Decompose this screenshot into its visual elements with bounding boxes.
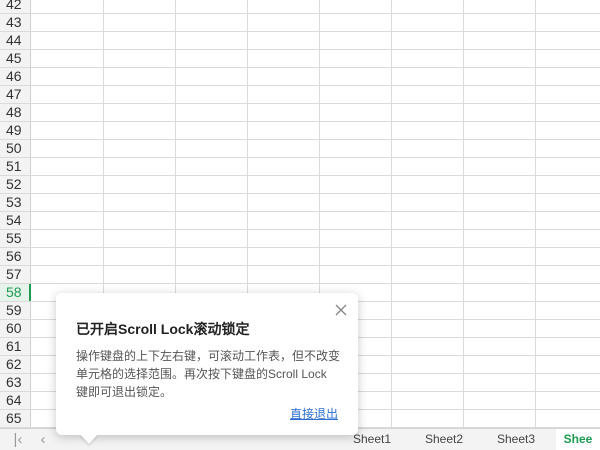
- grid-row[interactable]: 51: [0, 158, 600, 176]
- row-header[interactable]: 61: [0, 338, 31, 355]
- grid-row[interactable]: 46: [0, 68, 600, 86]
- row-header[interactable]: 46: [0, 68, 31, 85]
- grid-row[interactable]: 50: [0, 140, 600, 158]
- grid-row[interactable]: 45: [0, 50, 600, 68]
- grid-row[interactable]: 43: [0, 14, 600, 32]
- row-header[interactable]: 57: [0, 266, 31, 283]
- sheet-tab[interactable]: Sheet3: [482, 429, 550, 450]
- row-header[interactable]: 49: [0, 122, 31, 139]
- grid-row[interactable]: 47: [0, 86, 600, 104]
- column-gridline: [463, 0, 464, 428]
- popup-message-line: 键即可退出锁定。: [76, 385, 173, 399]
- grid-row[interactable]: 44: [0, 32, 600, 50]
- row-header[interactable]: 48: [0, 104, 31, 121]
- row-header[interactable]: 53: [0, 194, 31, 211]
- popup-title: 已开启Scroll Lock滚动锁定: [76, 321, 250, 337]
- column-gridline: [391, 0, 392, 428]
- row-header[interactable]: 64: [0, 392, 31, 409]
- popup-message-line: 单元格的选择范围。再次按下键盘的Scroll Lock: [76, 367, 327, 381]
- row-header[interactable]: 52: [0, 176, 31, 193]
- row-header[interactable]: 59: [0, 302, 31, 319]
- row-header[interactable]: 65: [0, 410, 31, 427]
- row-header[interactable]: 50: [0, 140, 31, 157]
- row-header[interactable]: 47: [0, 86, 31, 103]
- row-header[interactable]: 54: [0, 212, 31, 229]
- popup-message: 操作键盘的上下左右键，可滚动工作表，但不改变 单元格的选择范围。再次按下键盘的S…: [76, 347, 344, 401]
- row-header[interactable]: 62: [0, 356, 31, 373]
- grid-row[interactable]: 55: [0, 230, 600, 248]
- prev-sheet-icon[interactable]: ‹: [33, 429, 53, 450]
- first-sheet-icon[interactable]: |‹: [8, 429, 28, 450]
- row-header[interactable]: 58: [0, 284, 31, 301]
- grid-row[interactable]: 49: [0, 122, 600, 140]
- row-header[interactable]: 44: [0, 32, 31, 49]
- row-header[interactable]: 56: [0, 248, 31, 265]
- sheet-tab[interactable]: Sheet2: [410, 429, 478, 450]
- spreadsheet-window: 42 43 44 45 46 47 48 49 50 51 52 53 54 55 56 57 58 59 60 61…: [0, 0, 600, 450]
- row-header[interactable]: 42: [0, 0, 31, 13]
- exit-scroll-lock-link[interactable]: 直接退出: [290, 405, 338, 422]
- grid-row[interactable]: 54: [0, 212, 600, 230]
- column-gridline: [535, 0, 536, 428]
- sheet-tab[interactable]: Shee: [556, 429, 600, 450]
- row-header[interactable]: 55: [0, 230, 31, 247]
- row-header[interactable]: 51: [0, 158, 31, 175]
- row-header[interactable]: 60: [0, 320, 31, 337]
- close-icon[interactable]: [334, 303, 348, 317]
- popup-message-line: 操作键盘的上下左右键，可滚动工作表，但不改变: [76, 349, 341, 363]
- grid-row[interactable]: 56: [0, 248, 600, 266]
- grid-row[interactable]: 53: [0, 194, 600, 212]
- grid-row[interactable]: 42: [0, 0, 600, 14]
- row-header[interactable]: 45: [0, 50, 31, 67]
- grid-row[interactable]: 48: [0, 104, 600, 122]
- grid-row[interactable]: 52: [0, 176, 600, 194]
- scroll-lock-popup: 已开启Scroll Lock滚动锁定 操作键盘的上下左右键，可滚动工作表，但不改…: [56, 293, 358, 444]
- row-header[interactable]: 63: [0, 374, 31, 391]
- row-header[interactable]: 43: [0, 14, 31, 31]
- grid-row[interactable]: 57: [0, 266, 600, 284]
- popup-pointer: [80, 434, 98, 444]
